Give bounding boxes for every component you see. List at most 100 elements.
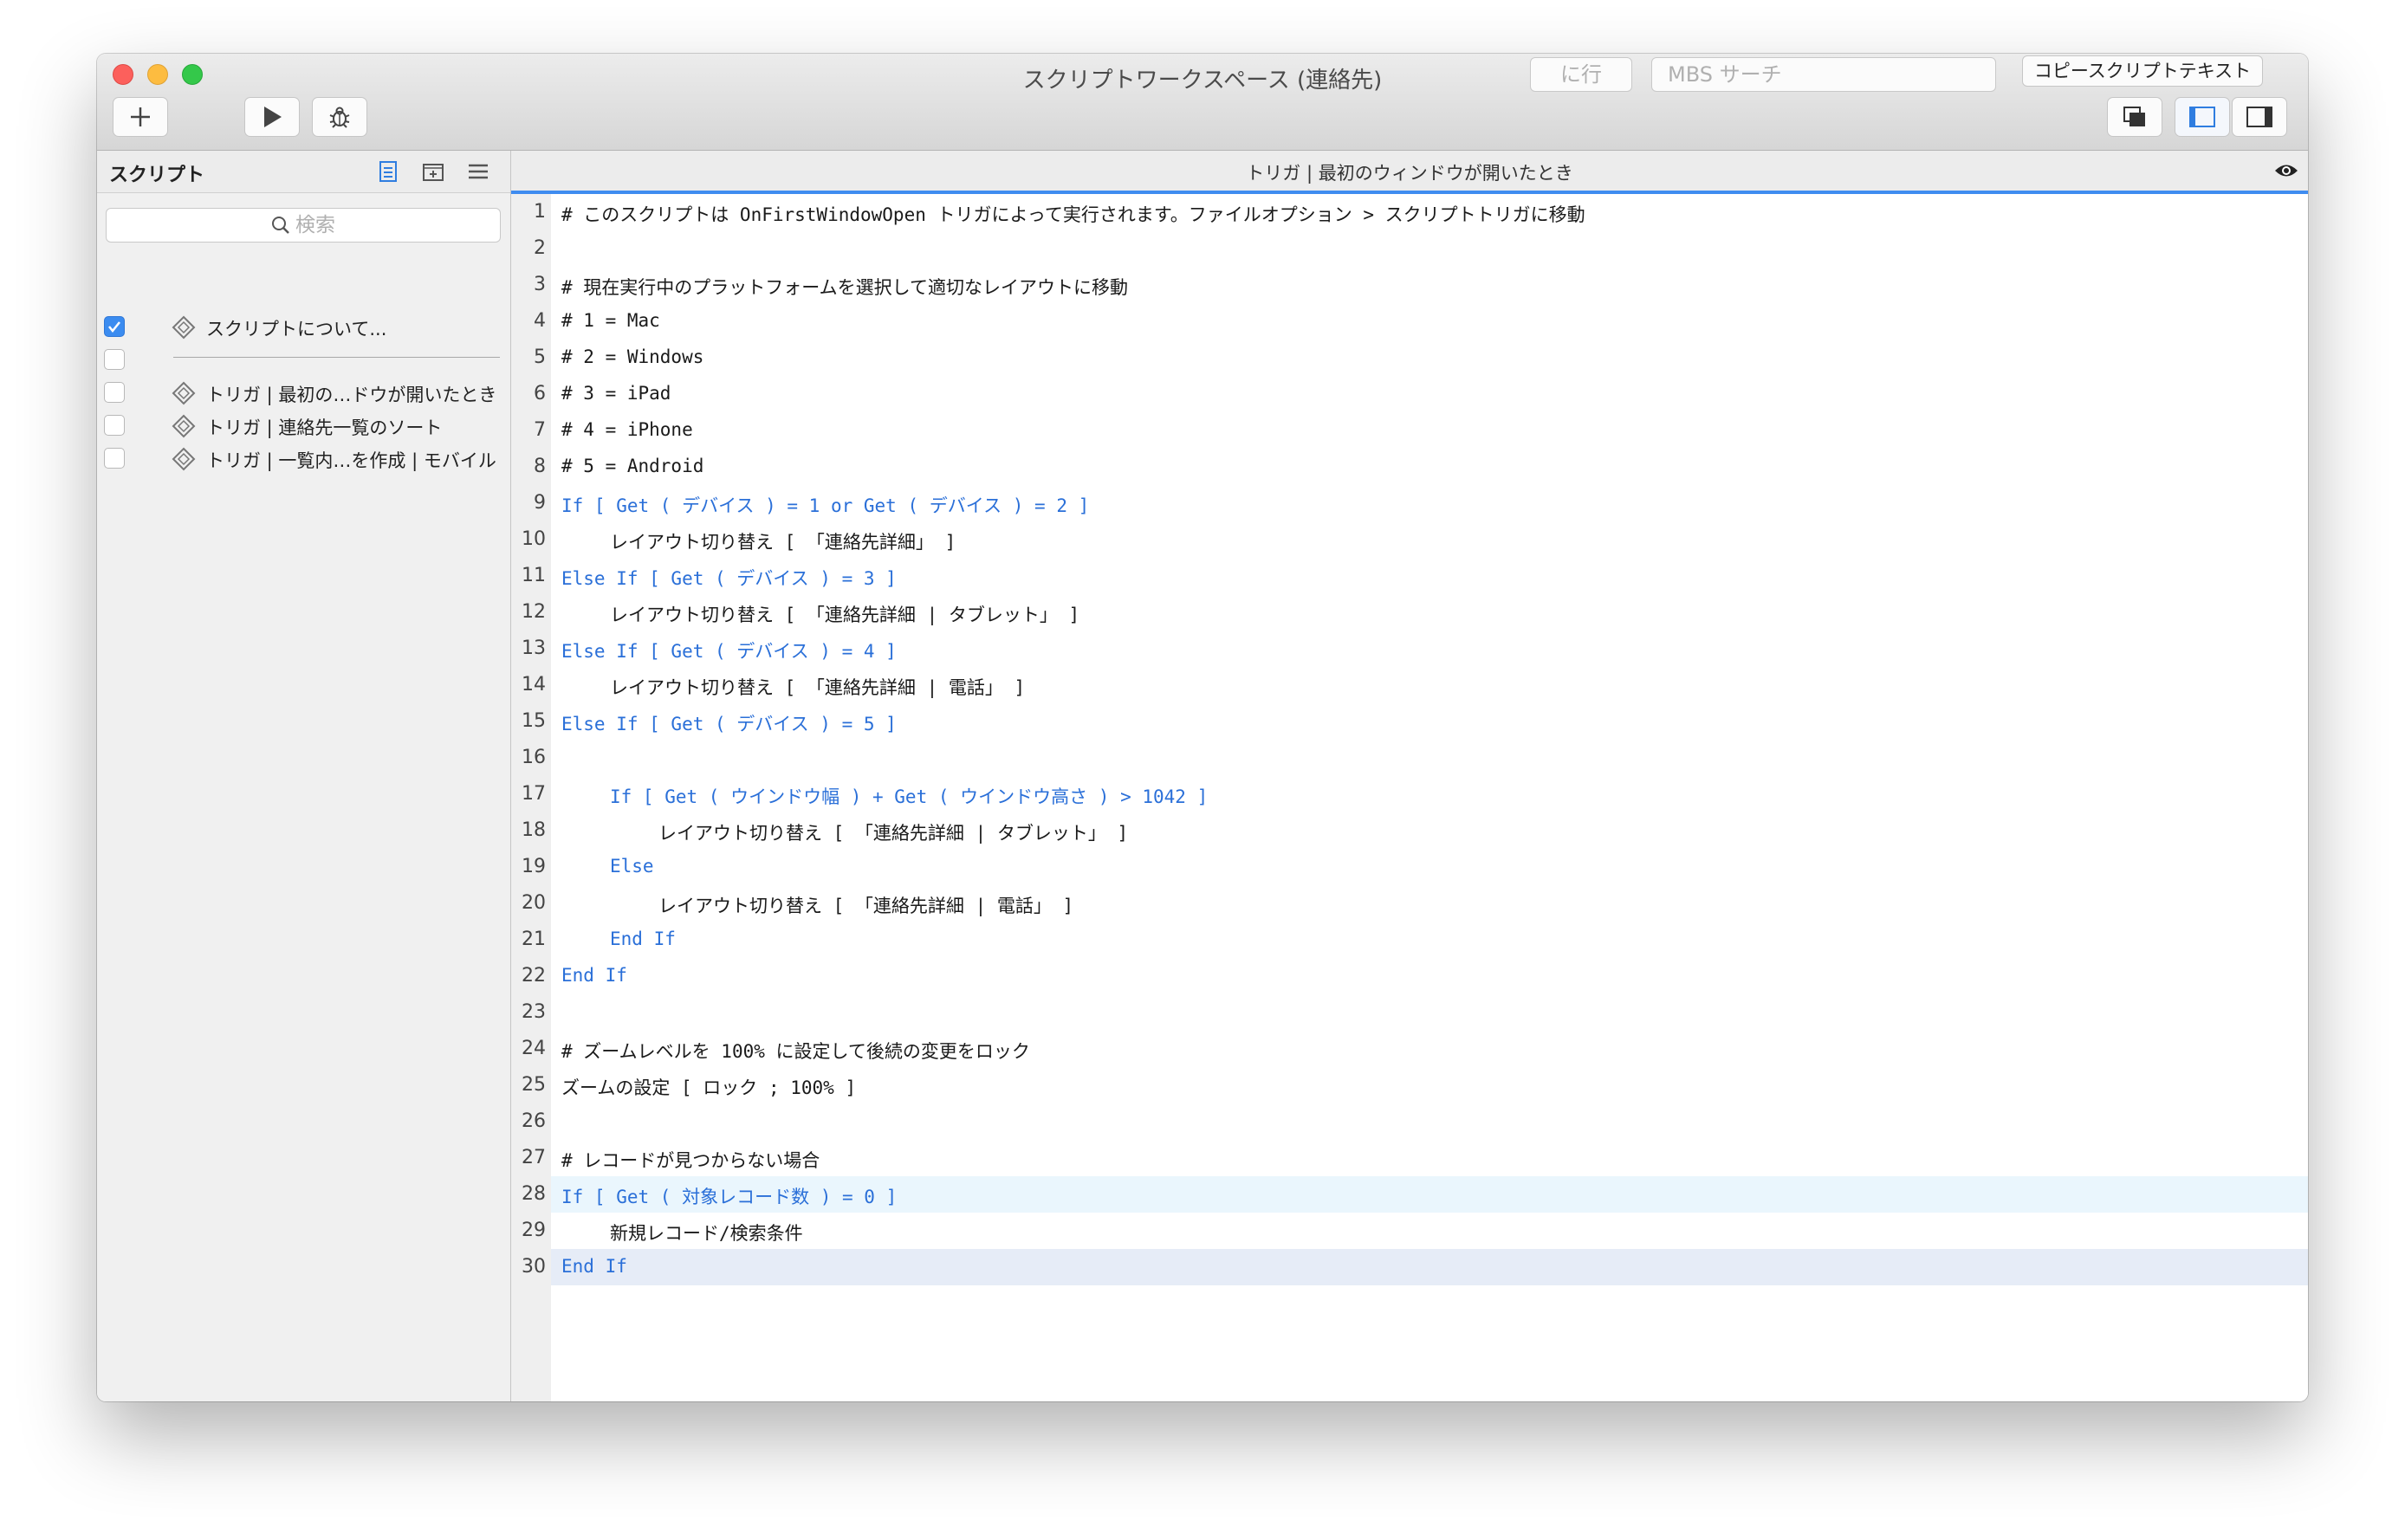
script-line[interactable]: 11 Else If [ Get ( デバイス ) = 3 ] bbox=[522, 558, 2308, 594]
script-line[interactable]: 24 # ズームレベルを 100% に設定して後続の変更をロック bbox=[522, 1031, 2308, 1067]
script-step: If [ Get ( デバイス ) = 1 or Get ( デバイス ) = … bbox=[561, 495, 1090, 516]
script-line[interactable]: 7 # 4 = iPhone bbox=[534, 412, 2308, 449]
script-checkbox[interactable] bbox=[104, 382, 125, 403]
script-workspace-window: スクリプトワークスペース (連絡先) に行 MBS サーチ コピースクリプトテキ… bbox=[97, 54, 2308, 1401]
script-search-input[interactable]: 検索 bbox=[106, 208, 501, 243]
goto-line-field[interactable]: に行 bbox=[1530, 57, 1632, 92]
script-line[interactable]: 2 bbox=[534, 230, 2308, 267]
script-line-current[interactable]: 28 If [ Get ( 対象レコード数 ) = 0 ] bbox=[522, 1176, 2308, 1213]
copy-script-text-button[interactable]: コピースクリプトテキスト bbox=[2022, 55, 2263, 87]
script-step: レイアウト切り替え [ 「連絡先詳細」 ] bbox=[610, 532, 956, 553]
script-windows-button[interactable] bbox=[2107, 97, 2162, 137]
plus-icon bbox=[131, 107, 150, 126]
new-folder-icon[interactable] bbox=[421, 159, 445, 184]
eye-icon[interactable] bbox=[2273, 159, 2299, 182]
new-script-icon[interactable] bbox=[376, 159, 400, 184]
line-number: 6 bbox=[534, 383, 546, 404]
line-number: 30 bbox=[522, 1256, 546, 1278]
script-line[interactable]: 26 bbox=[522, 1103, 2308, 1140]
line-number: 20 bbox=[522, 892, 546, 914]
script-line[interactable]: 15 Else If [ Get ( デバイス ) = 5 ] bbox=[522, 703, 2308, 740]
checkmark-icon bbox=[108, 321, 120, 333]
sidebar-title: スクリプト bbox=[109, 165, 205, 186]
list-menu-icon[interactable] bbox=[466, 159, 490, 184]
script-line[interactable]: 9 If [ Get ( デバイス ) = 1 or Get ( デバイス ) =… bbox=[534, 485, 2308, 521]
close-window-button[interactable] bbox=[113, 64, 133, 85]
mbs-search-field[interactable]: MBS サーチ bbox=[1651, 57, 1996, 92]
script-step: # 3 = iPad bbox=[561, 383, 671, 404]
sidebar-item-label: スクリプトについて... bbox=[206, 319, 387, 340]
line-number: 17 bbox=[522, 783, 546, 805]
line-number: 11 bbox=[522, 565, 546, 586]
sidebar-header: スクリプト bbox=[97, 151, 510, 193]
script-step: # 2 = Windows bbox=[561, 346, 704, 367]
script-line[interactable]: 19 Else bbox=[522, 849, 2308, 885]
script-line[interactable]: 25 ズームの設定 [ ロック ; 100% ] bbox=[522, 1067, 2308, 1103]
script-step: # 1 = Mac bbox=[561, 310, 660, 331]
script-checkbox[interactable] bbox=[104, 448, 125, 469]
script-line[interactable]: 13 Else If [ Get ( デバイス ) = 4 ] bbox=[522, 631, 2308, 667]
line-number: 16 bbox=[522, 747, 546, 768]
bug-icon bbox=[329, 107, 350, 128]
script-step: Else bbox=[610, 856, 654, 877]
script-checkbox[interactable] bbox=[104, 349, 125, 370]
script-line[interactable]: 22 End If bbox=[522, 958, 2308, 994]
minimize-window-button[interactable] bbox=[147, 64, 168, 85]
script-checkbox[interactable] bbox=[104, 415, 125, 436]
script-step: End If bbox=[561, 965, 627, 986]
script-line[interactable]: 6 # 3 = iPad bbox=[534, 376, 2308, 412]
script-line[interactable]: 18 レイアウト切り替え [ 「連絡先詳細 | タブレット」 ] bbox=[522, 812, 2308, 849]
sidebar-item-trigger-first-window[interactable]: トリガ | 最初の…ドウが開いたとき bbox=[97, 376, 510, 409]
script-line[interactable]: 21 End If bbox=[522, 922, 2308, 958]
editor-tab-title[interactable]: トリガ | 最初のウィンドウが開いたとき bbox=[511, 159, 2308, 185]
script-editor: トリガ | 最初のウィンドウが開いたとき 1 # このスクリプトは OnFirst… bbox=[511, 151, 2308, 1401]
line-number: 26 bbox=[522, 1110, 546, 1132]
line-number: 4 bbox=[534, 310, 546, 332]
script-checkbox[interactable] bbox=[104, 316, 125, 337]
zoom-window-button[interactable] bbox=[182, 64, 203, 85]
sidebar-item-about-script[interactable]: スクリプトについて... bbox=[97, 310, 510, 343]
line-number: 22 bbox=[522, 965, 546, 987]
add-script-button[interactable] bbox=[113, 97, 168, 137]
toggle-left-panel-button[interactable] bbox=[2175, 97, 2230, 137]
script-line[interactable]: 10 レイアウト切り替え [ 「連絡先詳細」 ] bbox=[522, 521, 2308, 558]
sidebar-item-separator-row[interactable] bbox=[97, 343, 510, 376]
left-sidebar-icon bbox=[2189, 107, 2215, 127]
code-area[interactable]: 1 # このスクリプトは OnFirstWindowOpen トリガによって実行さ… bbox=[522, 194, 2308, 1401]
script-line[interactable]: 12 レイアウト切り替え [ 「連絡先詳細 | タブレット」 ] bbox=[522, 594, 2308, 631]
run-script-button[interactable] bbox=[244, 97, 300, 137]
script-line[interactable]: 27 # レコードが見つからない場合 bbox=[522, 1140, 2308, 1176]
script-line[interactable]: 4 # 1 = Mac bbox=[534, 303, 2308, 340]
script-line[interactable]: 5 # 2 = Windows bbox=[534, 340, 2308, 376]
script-line[interactable]: 20 レイアウト切り替え [ 「連絡先詳細 | 電話」 ] bbox=[522, 885, 2308, 922]
script-line[interactable]: 16 bbox=[522, 740, 2308, 776]
script-step: # 4 = iPhone bbox=[561, 419, 693, 440]
search-placeholder: 検索 bbox=[295, 214, 335, 236]
script-line-selected[interactable]: 30 End If bbox=[522, 1249, 2308, 1285]
debug-script-button[interactable] bbox=[312, 97, 367, 137]
script-line[interactable]: 8 # 5 = Android bbox=[534, 449, 2308, 485]
script-step: レイアウト切り替え [ 「連絡先詳細 | 電話」 ] bbox=[658, 896, 1074, 916]
sidebar-item-trigger-create-mobile[interactable]: トリガ | 一覧内…を作成 | モバイル bbox=[97, 442, 510, 475]
line-number: 25 bbox=[522, 1074, 546, 1096]
script-line[interactable]: 17 If [ Get ( ウインドウ幅 ) + Get ( ウインドウ高さ ) … bbox=[522, 776, 2308, 812]
script-line[interactable]: 23 bbox=[522, 994, 2308, 1031]
script-line[interactable]: 29 新規レコード/検索条件 bbox=[522, 1213, 2308, 1249]
script-line[interactable]: 14 レイアウト切り替え [ 「連絡先詳細 | 電話」 ] bbox=[522, 667, 2308, 703]
script-line[interactable]: 1 # このスクリプトは OnFirstWindowOpen トリガによって実行さ… bbox=[534, 194, 2308, 230]
line-number: 10 bbox=[522, 528, 546, 550]
sidebar-item-trigger-sort-contacts[interactable]: トリガ | 連絡先一覧のソート bbox=[97, 409, 510, 442]
line-number: 3 bbox=[534, 274, 546, 295]
script-line[interactable]: 3 # 現在実行中のプラットフォームを選択して適切なレイアウトに移動 bbox=[534, 267, 2308, 303]
right-sidebar-icon bbox=[2246, 107, 2272, 127]
line-number: 8 bbox=[534, 456, 546, 477]
toggle-right-panel-button[interactable] bbox=[2232, 97, 2287, 137]
line-number: 7 bbox=[534, 419, 546, 441]
scripts-sidebar: スクリプト 検索 スクリプトについて... トリガ | 最初の…ドウが開いたとき… bbox=[97, 151, 511, 1401]
script-step: End If bbox=[561, 1256, 627, 1277]
search-icon bbox=[272, 217, 289, 234]
script-step: Else If [ Get ( デバイス ) = 5 ] bbox=[561, 714, 897, 734]
sidebar-item-label: トリガ | 一覧内…を作成 | モバイル bbox=[206, 450, 496, 471]
script-step: ズームの設定 [ ロック ; 100% ] bbox=[561, 1077, 857, 1098]
stacked-windows-icon bbox=[2123, 107, 2145, 126]
